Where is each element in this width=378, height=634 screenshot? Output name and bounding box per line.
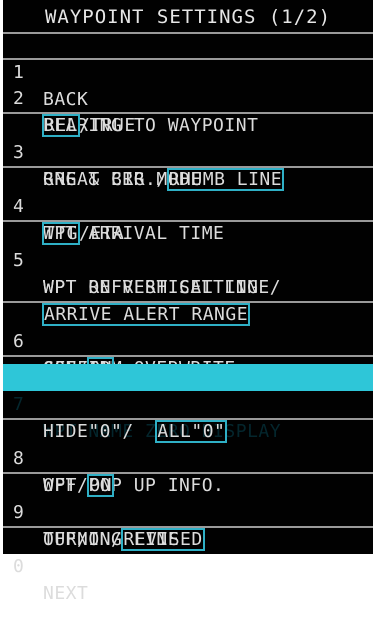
pop-up-info-options: OFF/ON (3, 445, 373, 497)
menu-title: WAYPOINT SETTINGS (1/2) (44, 6, 332, 28)
menu-item-next[interactable]: 0 NEXT (3, 526, 373, 604)
menu-item-turning-line[interactable]: 9 TURNING LINE (3, 472, 373, 550)
arrival-time-options: TTG/ETA (3, 193, 373, 245)
bearing-options: REL/TRUE (3, 85, 373, 137)
refresh-options-line1: WPT ON VERTICAL LINE/ (3, 247, 373, 298)
turning-line-options: OFF/ON/REVISED (3, 499, 373, 551)
menu-item-number: 0 (13, 556, 25, 577)
menu-item-wpt-name-zero-display[interactable]: 7 WPT NAME ZERO DISPLAY (3, 364, 373, 442)
menu-item-wpt-refresh-setting[interactable]: 5 WPT REFRESH SETTING (3, 220, 373, 298)
rng-brg-options: GREAT CIR./RHUMB LINE (3, 139, 373, 191)
menu-item-bearing-to-waypoint[interactable]: 2 BEARING TO WAYPOINT (3, 58, 373, 136)
menu-item-rng-brg-mode[interactable]: 3 RNG & BRG MODE (3, 112, 373, 190)
refresh-options-line2: ARRIVE ALERT RANGE (3, 274, 373, 326)
menu-item-back[interactable]: 1 BACK (3, 32, 373, 110)
zero-display-options: HIDE"0"/ ALL"0" (3, 391, 373, 443)
menu-item-label: NEXT (43, 583, 89, 604)
menu-item-wpt-arrival-time[interactable]: 4 WPT ARRIVAL TIME (3, 166, 373, 244)
confirm-overwrite-options: OFF/ON (3, 328, 373, 380)
waypoint-settings-menu: WAYPOINT SETTINGS (1/2) 1 BACK 2 BEARING… (3, 0, 373, 604)
menu-item-wpt-pop-up-info[interactable]: 8 WPT POP UP INFO. (3, 418, 373, 496)
item-divider (3, 355, 373, 357)
menu-item-confirm-overwrite[interactable]: 6 CONFIRM OVERWRITE (3, 301, 373, 379)
